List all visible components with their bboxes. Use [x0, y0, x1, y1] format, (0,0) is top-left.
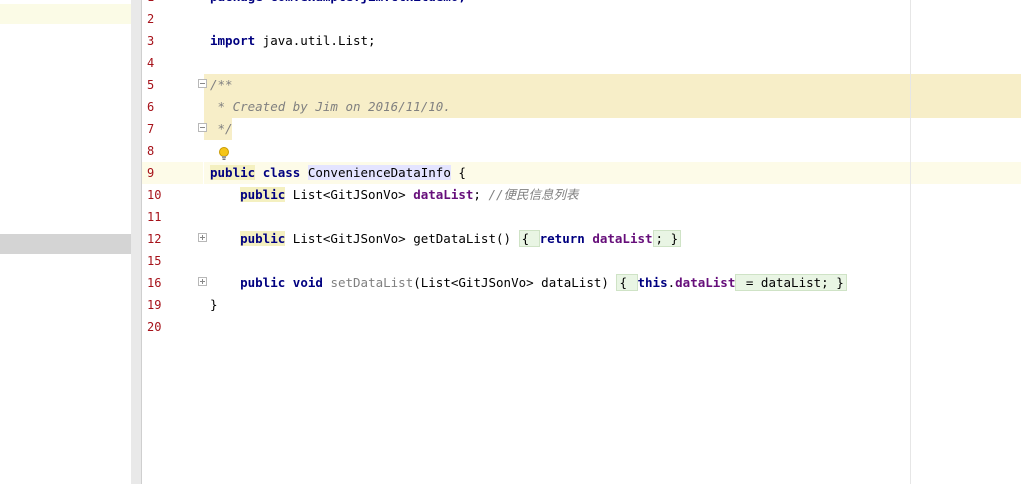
line-code[interactable]: /**: [210, 74, 233, 96]
code-line[interactable]: 20: [0, 316, 1021, 338]
line-code[interactable]: */: [210, 118, 233, 140]
line-number[interactable]: 5: [147, 74, 177, 96]
code-line[interactable]: 12 public List<GitJSonVo> getDataList() …: [0, 228, 1021, 250]
code-token: dataList: [413, 187, 474, 202]
line-number[interactable]: 10: [147, 184, 177, 206]
code-token: java.util.List;: [255, 33, 376, 48]
code-token: public: [240, 231, 286, 246]
line-code[interactable]: public void setDataList(List<GitJSonVo> …: [210, 272, 847, 294]
folded-region[interactable]: {: [616, 274, 638, 291]
line-number[interactable]: 8: [147, 140, 177, 162]
line-number[interactable]: 11: [147, 206, 177, 228]
code-token: ConvenienceDataInfo: [307, 165, 451, 180]
code-token: import: [210, 33, 256, 48]
code-token: }: [210, 297, 218, 312]
code-line[interactable]: 9 public class ConvenienceDataInfo {: [0, 162, 1021, 184]
fold-icon[interactable]: [198, 79, 207, 88]
line-number[interactable]: 3: [147, 30, 177, 52]
line-number[interactable]: 4: [147, 52, 177, 74]
line-number[interactable]: 20: [147, 316, 177, 338]
unfold-icon[interactable]: [198, 233, 207, 242]
code-token: * Created by Jim on 2016/11/10.: [210, 99, 451, 114]
line-number[interactable]: 12: [147, 228, 177, 250]
code-line[interactable]: 4: [0, 52, 1021, 74]
code-token: .: [667, 275, 676, 290]
folded-region[interactable]: ; }: [652, 230, 682, 247]
code-token: */: [210, 121, 233, 136]
line-number[interactable]: 6: [147, 96, 177, 118]
line-number[interactable]: 9: [147, 162, 177, 184]
code-line[interactable]: 6 * Created by Jim on 2016/11/10.: [0, 96, 1021, 118]
code-token: List<GitJSonVo>: [285, 187, 414, 202]
unfold-icon[interactable]: [198, 277, 207, 286]
line-number[interactable]: 19: [147, 294, 177, 316]
code-token: public: [210, 165, 256, 180]
code-line[interactable]: 8: [0, 140, 1021, 162]
lightbulb-icon[interactable]: [218, 146, 230, 162]
line-number[interactable]: 1: [147, 0, 177, 8]
code-line[interactable]: 2: [0, 8, 1021, 30]
code-token: package com.example.jim.ctkitdemo;: [210, 0, 466, 4]
code-token: /**: [210, 77, 233, 92]
line-number[interactable]: 7: [147, 118, 177, 140]
code-token: return: [539, 231, 585, 246]
code-line[interactable]: 3 import java.util.List;: [0, 30, 1021, 52]
code-token: public: [240, 187, 286, 202]
folded-region[interactable]: = dataList; }: [735, 274, 847, 291]
code-line[interactable]: 19}: [0, 294, 1021, 316]
code-token: class: [262, 165, 301, 180]
line-code[interactable]: package com.example.jim.ctkitdemo;: [210, 0, 466, 8]
folded-region[interactable]: {: [518, 230, 540, 247]
line-number[interactable]: 16: [147, 272, 177, 294]
code-line[interactable]: 1 package com.example.jim.ctkitdemo;: [0, 0, 1021, 8]
fold-icon[interactable]: [198, 123, 207, 132]
code-token: void: [292, 275, 323, 290]
code-line[interactable]: 10 public List<GitJSonVo> dataList; //便民…: [0, 184, 1021, 206]
code-token: public: [240, 275, 286, 290]
line-code[interactable]: import java.util.List;: [210, 30, 376, 52]
code-token: {: [450, 165, 466, 180]
line-code[interactable]: public List<GitJSonVo> getDataList() { r…: [210, 228, 682, 250]
line-code[interactable]: * Created by Jim on 2016/11/10.: [210, 96, 451, 118]
code-token: (List<GitJSonVo> dataList): [413, 275, 617, 290]
code-token: this: [637, 275, 668, 290]
line-code[interactable]: }: [210, 294, 218, 316]
code-line[interactable]: 15: [0, 250, 1021, 272]
line-code[interactable]: public List<GitJSonVo> dataList; //便民信息列…: [210, 184, 579, 206]
code-token: dataList: [675, 275, 736, 290]
code-line[interactable]: 5 /**: [0, 74, 1021, 96]
code-token: //便民信息列表: [488, 187, 579, 202]
code-token: ;: [473, 187, 489, 202]
code-line[interactable]: 11: [0, 206, 1021, 228]
code-token: setDataList: [330, 275, 414, 290]
line-code[interactable]: public class ConvenienceDataInfo {: [210, 162, 466, 184]
line-number[interactable]: 2: [147, 8, 177, 30]
line-number[interactable]: 15: [147, 250, 177, 272]
code-line[interactable]: 7 */: [0, 118, 1021, 140]
code-line[interactable]: 16 public void setDataList(List<GitJSonV…: [0, 272, 1021, 294]
code-token: dataList: [592, 231, 653, 246]
code-token: List<GitJSonVo> getDataList(): [285, 231, 519, 246]
